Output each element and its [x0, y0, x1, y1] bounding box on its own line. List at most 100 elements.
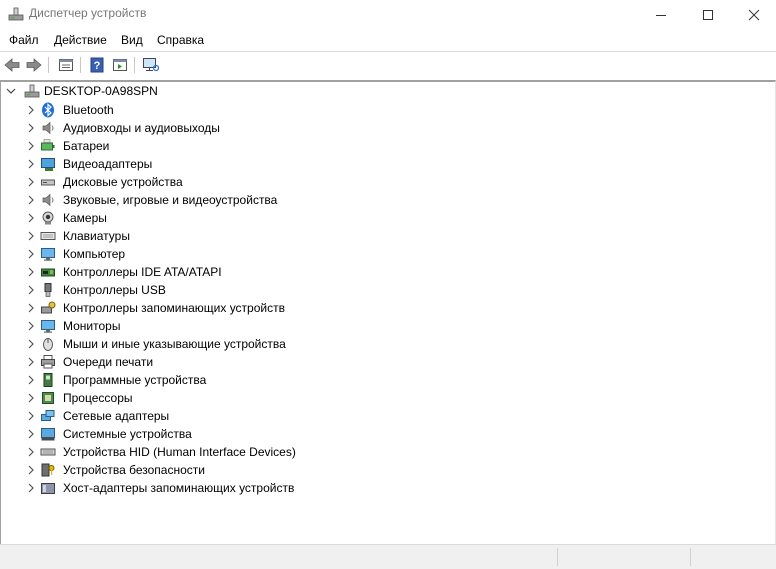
- tree-item[interactable]: Дисковые устройства: [22, 173, 422, 191]
- tree-item[interactable]: Мониторы: [22, 317, 422, 335]
- menu-bar: Файл Действие Вид Справка: [0, 30, 776, 50]
- properties-button[interactable]: [56, 55, 76, 75]
- menu-action[interactable]: Действие: [54, 33, 107, 47]
- speaker-icon: [42, 121, 54, 135]
- chevron-right-icon[interactable]: [26, 303, 36, 313]
- tree-item-label: Сетевые адаптеры: [63, 409, 170, 423]
- action-pane-button[interactable]: [110, 55, 130, 75]
- tree-item[interactable]: Сетевые адаптеры: [22, 407, 422, 425]
- tree-item-label: Батареи: [63, 139, 110, 153]
- monitor-icon: [41, 320, 55, 333]
- chevron-down-icon[interactable]: [6, 86, 16, 96]
- chevron-right-icon[interactable]: [26, 357, 36, 367]
- tree-item[interactable]: Мыши и иные указывающие устройства: [22, 335, 422, 353]
- toolbar-separator: [48, 57, 49, 73]
- minimize-button[interactable]: [638, 0, 684, 29]
- tree-item[interactable]: Камеры: [22, 209, 422, 227]
- storage-host-icon: [41, 483, 55, 494]
- chevron-right-icon[interactable]: [26, 285, 36, 295]
- chevron-right-icon[interactable]: [26, 159, 36, 169]
- hid-icon: [40, 448, 56, 456]
- tree-root[interactable]: DESKTOP-0A98SPN: [2, 82, 302, 100]
- tree-item-label: Видеоадаптеры: [63, 157, 153, 171]
- tree-item-label: Устройства HID (Human Interface Devices): [63, 445, 296, 459]
- chevron-right-icon[interactable]: [26, 465, 36, 475]
- menu-help[interactable]: Справка: [157, 33, 204, 47]
- tree-item[interactable]: Устройства безопасности: [22, 461, 422, 479]
- processor-icon: [42, 392, 54, 404]
- chevron-right-icon[interactable]: [26, 123, 36, 133]
- chevron-right-icon[interactable]: [26, 231, 36, 241]
- tree-item-label: Аудиовходы и аудиовыходы: [63, 121, 220, 135]
- chevron-right-icon[interactable]: [26, 393, 36, 403]
- bluetooth-icon: [42, 102, 54, 118]
- chevron-right-icon[interactable]: [26, 321, 36, 331]
- tree-item-label: Системные устройства: [63, 427, 192, 441]
- close-button[interactable]: [731, 0, 776, 29]
- tree-item[interactable]: Батареи: [22, 137, 422, 155]
- help-icon: ?: [90, 57, 104, 73]
- software-device-icon: [43, 373, 53, 387]
- tree-item-label: Звуковые, игровые и видеоустройства: [63, 193, 278, 207]
- tree-item[interactable]: Очереди печати: [22, 353, 422, 371]
- chevron-right-icon[interactable]: [26, 411, 36, 421]
- maximize-button[interactable]: [685, 0, 731, 29]
- chevron-right-icon[interactable]: [26, 339, 36, 349]
- chevron-right-icon[interactable]: [26, 447, 36, 457]
- tree-item[interactable]: Контроллеры USB: [22, 281, 422, 299]
- chevron-right-icon[interactable]: [26, 105, 36, 115]
- chevron-right-icon[interactable]: [26, 429, 36, 439]
- tree-item[interactable]: Устройства HID (Human Interface Devices): [22, 443, 422, 461]
- close-icon: [748, 9, 760, 20]
- chevron-right-icon[interactable]: [26, 213, 36, 223]
- tree-item[interactable]: Программные устройства: [22, 371, 422, 389]
- chevron-right-icon[interactable]: [26, 483, 36, 493]
- tree-item-label: Устройства безопасности: [63, 463, 205, 477]
- root-label: DESKTOP-0A98SPN: [44, 84, 158, 98]
- device-manager-icon: [8, 7, 24, 21]
- chevron-right-icon[interactable]: [26, 249, 36, 259]
- network-adapter-icon: [41, 410, 55, 421]
- tree-item[interactable]: Хост-адаптеры запоминающих устройств: [22, 479, 422, 497]
- chevron-right-icon[interactable]: [26, 177, 36, 187]
- tree-item-label: Дисковые устройства: [63, 175, 183, 189]
- chevron-right-icon[interactable]: [26, 267, 36, 277]
- help-button[interactable]: ?: [87, 55, 107, 75]
- tree-item-label: Bluetooth: [63, 103, 114, 117]
- tree-item[interactable]: Системные устройства: [22, 425, 422, 443]
- chevron-right-icon[interactable]: [26, 141, 36, 151]
- chevron-right-icon[interactable]: [26, 375, 36, 385]
- tree-item[interactable]: Bluetooth: [22, 101, 422, 119]
- ide-controller-icon: [41, 268, 55, 277]
- svg-text:?: ?: [94, 60, 101, 72]
- chevron-right-icon[interactable]: [26, 195, 36, 205]
- tree-item-label: Контроллеры запоминающих устройств: [63, 301, 285, 315]
- tree-item-label: Хост-адаптеры запоминающих устройств: [63, 481, 295, 495]
- tree-item[interactable]: Клавиатуры: [22, 227, 422, 245]
- tree-item[interactable]: Контроллеры запоминающих устройств: [22, 299, 422, 317]
- menu-view[interactable]: Вид: [121, 33, 143, 47]
- back-button[interactable]: [2, 55, 22, 75]
- tree-item-label: Мониторы: [63, 319, 121, 333]
- tree-item[interactable]: Контроллеры IDE ATA/ATAPI: [22, 263, 422, 281]
- back-icon: [4, 58, 20, 72]
- action-pane-icon: [113, 59, 127, 71]
- tree-item[interactable]: Компьютер: [22, 245, 422, 263]
- tree-item[interactable]: Аудиовходы и аудиовыходы: [22, 119, 422, 137]
- system-device-icon: [41, 428, 55, 441]
- menu-file[interactable]: Файл: [9, 33, 39, 47]
- status-divider: [557, 548, 558, 566]
- title-bar: Диспетчер устройств: [0, 0, 776, 29]
- battery-icon: [41, 139, 55, 151]
- monitor-icon: [41, 248, 55, 261]
- tree-item[interactable]: Звуковые, игровые и видеоустройства: [22, 191, 422, 209]
- tree-item-label: Компьютер: [63, 247, 126, 261]
- printer-icon: [41, 355, 55, 369]
- tree-item[interactable]: Видеоадаптеры: [22, 155, 422, 173]
- minimize-icon: [656, 14, 666, 16]
- speaker-icon: [42, 193, 54, 207]
- scan-hardware-button[interactable]: [141, 55, 161, 75]
- tree-item[interactable]: Процессоры: [22, 389, 422, 407]
- status-divider: [690, 548, 691, 566]
- forward-button[interactable]: [24, 55, 44, 75]
